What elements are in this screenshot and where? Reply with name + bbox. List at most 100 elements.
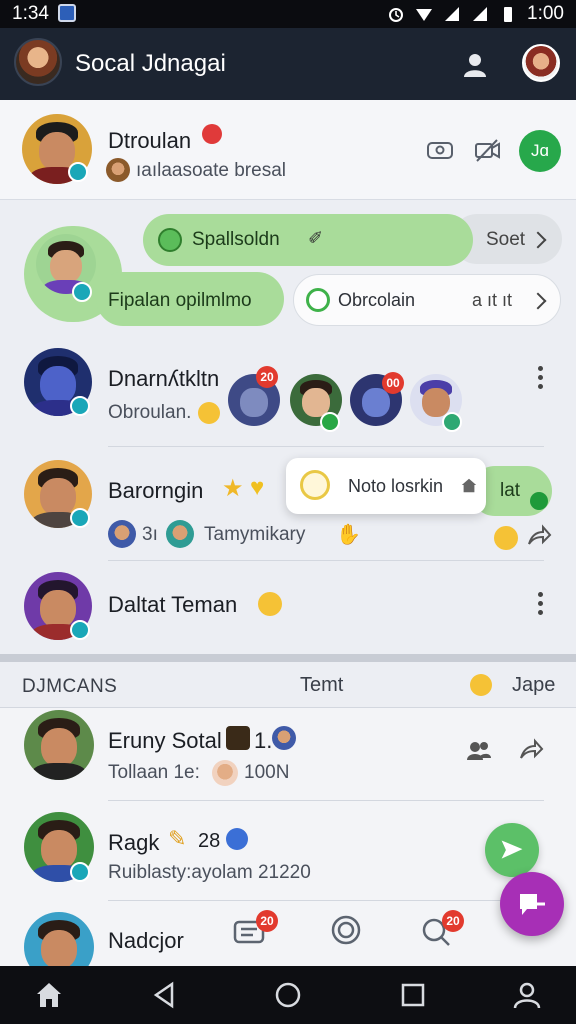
contact-status: ıaılaasoate bresal <box>136 160 286 181</box>
bubble1-text: Spallsoldn <box>192 229 280 250</box>
pencil-icon: ✎ <box>168 826 187 851</box>
section-divider <box>0 654 576 662</box>
status-bar: 1:34 1:00 <box>0 0 576 28</box>
camera-ring-icon[interactable] <box>330 914 362 946</box>
app-bar: Socal Jdnagai <box>0 28 576 100</box>
contact-subtitle: Tollaan 1e: <box>108 762 200 783</box>
online-badge <box>70 508 90 528</box>
heart-emoji-icon: ♥ <box>250 474 265 501</box>
thinking-emoji-icon <box>470 674 492 696</box>
back-icon[interactable] <box>150 980 180 1010</box>
mini-avatar <box>166 520 194 548</box>
mini-avatar <box>106 158 130 182</box>
signal-icon-2 <box>473 7 488 21</box>
profile-icon[interactable] <box>512 980 542 1010</box>
online-badge <box>320 412 340 432</box>
alarm-icon <box>389 8 404 22</box>
app-logo <box>14 38 62 86</box>
more-options-icon[interactable] <box>538 366 544 393</box>
bubble3-meta: a ıt ıt <box>472 290 513 310</box>
share-icon[interactable] <box>518 738 544 764</box>
mini-avatar <box>272 726 296 750</box>
notice-popup[interactable]: Noto losrkin <box>286 458 486 514</box>
row-separator <box>108 560 544 561</box>
notification-app-icon <box>58 4 76 22</box>
unread-badge: 20 <box>442 910 464 932</box>
online-badge <box>68 162 88 182</box>
chat-subtitle: Obroulan. <box>108 402 192 423</box>
contact-name: Ragk <box>108 830 160 855</box>
hand-emoji-icon: ✋ <box>336 524 361 546</box>
mini-avatar-icon <box>226 726 250 750</box>
star-icon: ★ <box>222 475 244 502</box>
smile-emoji-icon <box>494 526 518 550</box>
chat-name: Dnarnʎtkltn <box>108 366 220 391</box>
online-badge <box>70 620 90 640</box>
chat-inline-text: 3ı <box>142 524 158 545</box>
system-nav-bar <box>0 966 576 1024</box>
message-plus-icon <box>520 894 545 915</box>
chat-name: Daltat Teman <box>108 592 238 617</box>
avatar[interactable] <box>24 710 94 780</box>
profile-avatar[interactable] <box>522 44 560 82</box>
heart-icon <box>202 124 222 144</box>
chat-action-label[interactable]: lat <box>500 480 520 502</box>
unread-badge: 20 <box>256 366 278 388</box>
more-options-icon[interactable] <box>538 592 544 619</box>
row-separator <box>108 446 544 447</box>
send-icon <box>501 840 523 859</box>
unread-badge: 00 <box>382 372 404 394</box>
share-icon[interactable] <box>526 524 552 550</box>
online-badge <box>70 862 90 882</box>
message-bubble-3[interactable] <box>293 274 561 326</box>
home-small-icon <box>461 478 477 493</box>
contact-name: Eruny Sotal <box>108 728 222 753</box>
chat-bubble-icon <box>306 288 330 312</box>
mini-avatar <box>212 760 238 786</box>
add-contact-icon[interactable] <box>460 50 490 80</box>
tab-jape[interactable]: Jape <box>512 674 555 697</box>
contact-name: Nadcjor <box>108 928 184 953</box>
chat-bubble-icon <box>158 228 182 252</box>
recents-icon[interactable] <box>398 980 428 1010</box>
contact-subtitle: Ruiblasty:ayolam 21220 <box>108 862 311 883</box>
contact-tag: 1. <box>254 728 273 753</box>
chat-name: Barorngin <box>108 478 204 503</box>
pin-icon: ✐ <box>308 228 324 248</box>
section-header: DJMCANS Temt Jape <box>0 662 576 708</box>
contact-tag: 28 <box>198 830 221 852</box>
tab-text[interactable]: Temt <box>300 674 343 697</box>
signal-icon <box>445 7 460 21</box>
join-button[interactable]: Jɑ <box>519 130 561 172</box>
home-icon[interactable] <box>34 980 64 1010</box>
mini-avatar <box>108 520 136 548</box>
notice-text: Noto losrkin <box>348 476 444 496</box>
verified-icon <box>226 828 248 850</box>
smile-emoji-icon <box>198 402 220 424</box>
bubble2-text: Fipalan opilmlmo <box>108 290 252 311</box>
compose-fab[interactable] <box>485 823 539 877</box>
video-call-icon[interactable] <box>425 135 455 165</box>
wifi-icon <box>416 9 433 21</box>
section-label: DJMCANS <box>22 676 118 697</box>
group-icon[interactable] <box>464 736 494 766</box>
online-badge <box>72 282 92 302</box>
send-dot-icon[interactable] <box>530 492 548 510</box>
status-right-time: 1:00 <box>527 3 564 24</box>
row-separator <box>108 900 544 901</box>
chat-subtitle: Tamymikary <box>204 524 306 545</box>
bubble3-text: Obrcolain <box>338 290 416 310</box>
unread-badge: 20 <box>256 910 278 932</box>
mute-call-icon[interactable] <box>472 135 502 165</box>
smile-emoji-icon <box>258 592 282 616</box>
new-chat-fab[interactable] <box>500 872 564 936</box>
online-badge <box>70 396 90 416</box>
row-separator <box>108 800 544 801</box>
contact-name: Dtroulan <box>108 128 192 153</box>
contact-value: 100Ν <box>244 762 290 783</box>
home-circle-icon[interactable] <box>273 980 303 1010</box>
battery-icon <box>504 7 513 22</box>
online-badge <box>442 412 462 432</box>
bubble1-action[interactable]: Soet <box>486 229 525 251</box>
timer-icon <box>300 470 330 500</box>
